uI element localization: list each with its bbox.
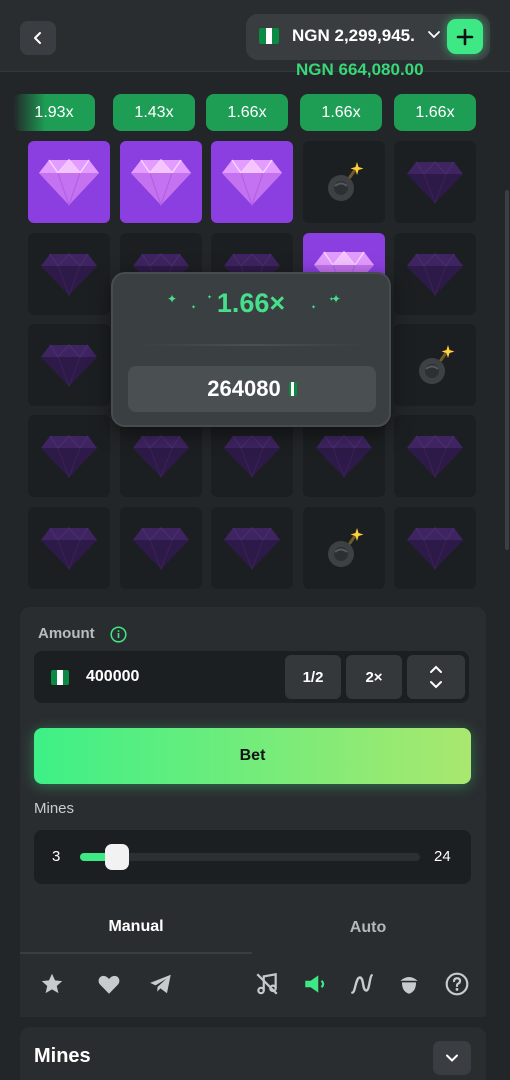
popup-amount: 264080: [207, 376, 281, 401]
mines-slider-box: 3 24: [34, 830, 471, 884]
win-amount: NGN 664,080.00: [296, 60, 424, 79]
grid-tile[interactable]: [120, 415, 202, 497]
multiplier-chip: 1.66x: [300, 94, 382, 131]
multiplier-chip: 1.66x: [206, 94, 288, 131]
tab-auto[interactable]: Auto: [252, 902, 484, 954]
grid-tile[interactable]: [28, 507, 110, 589]
win-popup: ✦ ✦ ✦ ✦ ✦ ✦ 1.66× 264080: [111, 272, 391, 427]
grid-tile[interactable]: [303, 507, 385, 589]
mines-label: Mines: [34, 800, 75, 817]
gem-icon: [38, 158, 100, 206]
telegram-icon[interactable]: [147, 970, 175, 998]
double-button[interactable]: 2×: [346, 655, 402, 699]
nigeria-flag-icon: [288, 382, 297, 396]
balance-value: NGN 2,299,945.: [292, 26, 415, 45]
half-button[interactable]: 1/2: [285, 655, 341, 699]
bomb-icon: [322, 525, 366, 571]
grid-tile[interactable]: [211, 507, 293, 589]
mines-min-value: 3: [52, 848, 61, 865]
scrollbar[interactable]: [505, 190, 509, 550]
chevron-down-icon: [446, 1054, 458, 1062]
balance-selector[interactable]: NGN 2,299,945.: [246, 14, 490, 60]
nigeria-flag-icon: [51, 670, 69, 685]
grid-tile[interactable]: [28, 415, 110, 497]
mines-max-value: 24: [434, 848, 451, 865]
grid-tile[interactable]: [120, 141, 202, 223]
gem-icon: [221, 158, 283, 206]
game-info-card: Mines: [20, 1027, 486, 1080]
grid-tile[interactable]: [394, 141, 476, 223]
mines-slider[interactable]: [80, 844, 420, 870]
amount-stepper[interactable]: [407, 655, 465, 699]
bet-button[interactable]: Bet: [34, 728, 471, 784]
grid-tile[interactable]: [303, 141, 385, 223]
expand-button[interactable]: [433, 1041, 471, 1075]
gem-icon: [132, 434, 190, 478]
gem-icon: [406, 252, 464, 296]
popup-amount-box: 264080: [128, 366, 376, 412]
top-bar: NGN 2,299,945.: [0, 0, 510, 72]
grid-tile[interactable]: [211, 415, 293, 497]
multiplier-chip: 1.66x: [394, 94, 476, 131]
mines-game-page: NGN 2,299,945. NGN 664,080.00 1.93x 1.43x…: [0, 0, 510, 1080]
slider-thumb[interactable]: [105, 844, 129, 870]
nigeria-flag-icon: [259, 28, 279, 44]
gem-icon: [223, 526, 281, 570]
game-info-title: Mines: [34, 1045, 91, 1067]
grid-tile[interactable]: [28, 141, 110, 223]
gem-icon: [130, 158, 192, 206]
music-off-icon[interactable]: [253, 970, 281, 998]
gem-icon: [40, 343, 98, 387]
grid-tile[interactable]: [394, 324, 476, 406]
chevron-up-down-icon: [430, 665, 442, 689]
help-icon[interactable]: [443, 970, 471, 998]
bomb-icon: [413, 342, 457, 388]
grid-tile[interactable]: [28, 324, 110, 406]
info-icon[interactable]: [110, 626, 127, 643]
graph-icon[interactable]: [348, 970, 376, 998]
gem-icon: [40, 252, 98, 296]
chevron-down-icon: [428, 31, 440, 39]
acorn-icon[interactable]: [395, 970, 423, 998]
tab-manual[interactable]: Manual: [20, 902, 252, 954]
amount-field: 1/2 2×: [34, 651, 469, 703]
amount-input[interactable]: [86, 651, 276, 703]
gem-icon: [40, 526, 98, 570]
star-icon[interactable]: [38, 970, 66, 998]
gem-icon: [40, 434, 98, 478]
gem-icon: [406, 160, 464, 204]
gem-icon: [406, 526, 464, 570]
amount-label: Amount: [38, 625, 95, 642]
multiplier-chip: 1.43x: [113, 94, 195, 131]
plus-icon: [456, 28, 474, 45]
grid-tile[interactable]: [394, 415, 476, 497]
gem-icon: [406, 434, 464, 478]
grid-tile[interactable]: [211, 141, 293, 223]
divider: [135, 344, 369, 346]
heart-icon[interactable]: [95, 970, 123, 998]
grid-tile[interactable]: [394, 233, 476, 315]
gem-icon: [132, 526, 190, 570]
sound-icon[interactable]: [301, 970, 329, 998]
popup-multiplier: 1.66×: [216, 288, 286, 318]
back-button[interactable]: [20, 21, 56, 55]
gem-icon: [315, 434, 373, 478]
deposit-button[interactable]: [447, 19, 483, 54]
gem-icon: [223, 434, 281, 478]
grid-tile[interactable]: [120, 507, 202, 589]
multiplier-chip: 1.93x: [13, 94, 95, 131]
bomb-icon: [322, 159, 366, 205]
grid-tile[interactable]: [303, 415, 385, 497]
grid-tile[interactable]: [28, 233, 110, 315]
grid-tile[interactable]: [394, 507, 476, 589]
chevron-left-icon: [34, 32, 41, 44]
